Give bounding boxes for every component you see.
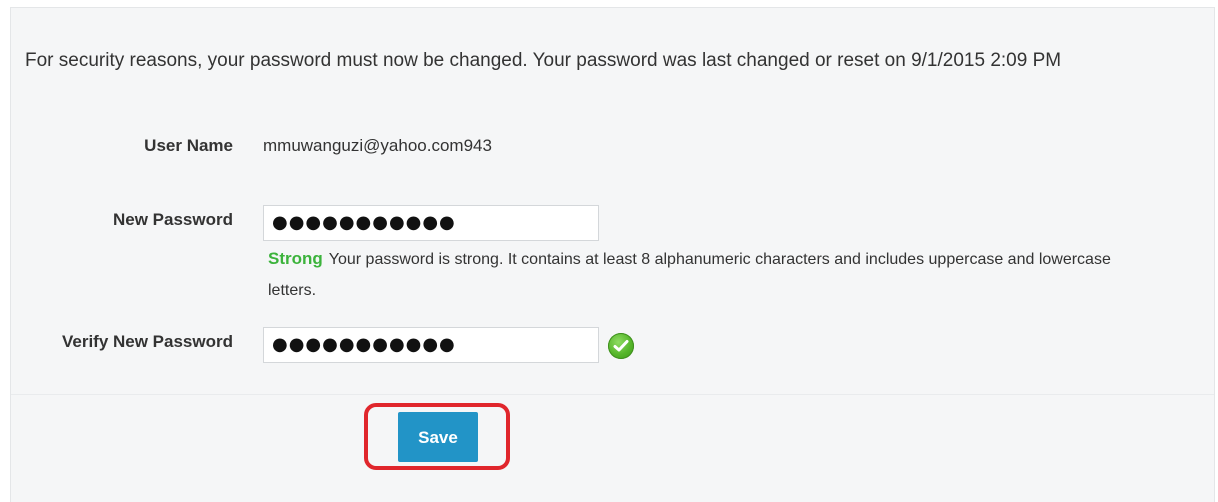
verify-password-label: Verify New Password <box>61 332 233 351</box>
password-strength-text: Your password is strong. It contains at … <box>268 251 1111 299</box>
new-password-input[interactable]: ●●●●●●●●●●● <box>263 205 599 241</box>
security-notice: For security reasons, your password must… <box>25 50 1062 71</box>
password-strength-word: Strong <box>268 249 323 268</box>
username-label: User Name <box>144 136 233 155</box>
new-password-label: New Password <box>113 210 233 229</box>
username-value: mmuwanguzi@yahoo.com943 <box>263 136 492 155</box>
save-button[interactable]: Save <box>398 412 478 462</box>
password-strength-message: Strong Your password is strong. It contai… <box>268 243 1148 306</box>
check-circle-icon <box>608 333 634 359</box>
section-divider <box>11 394 1214 395</box>
verify-password-input[interactable]: ●●●●●●●●●●● <box>263 327 599 363</box>
